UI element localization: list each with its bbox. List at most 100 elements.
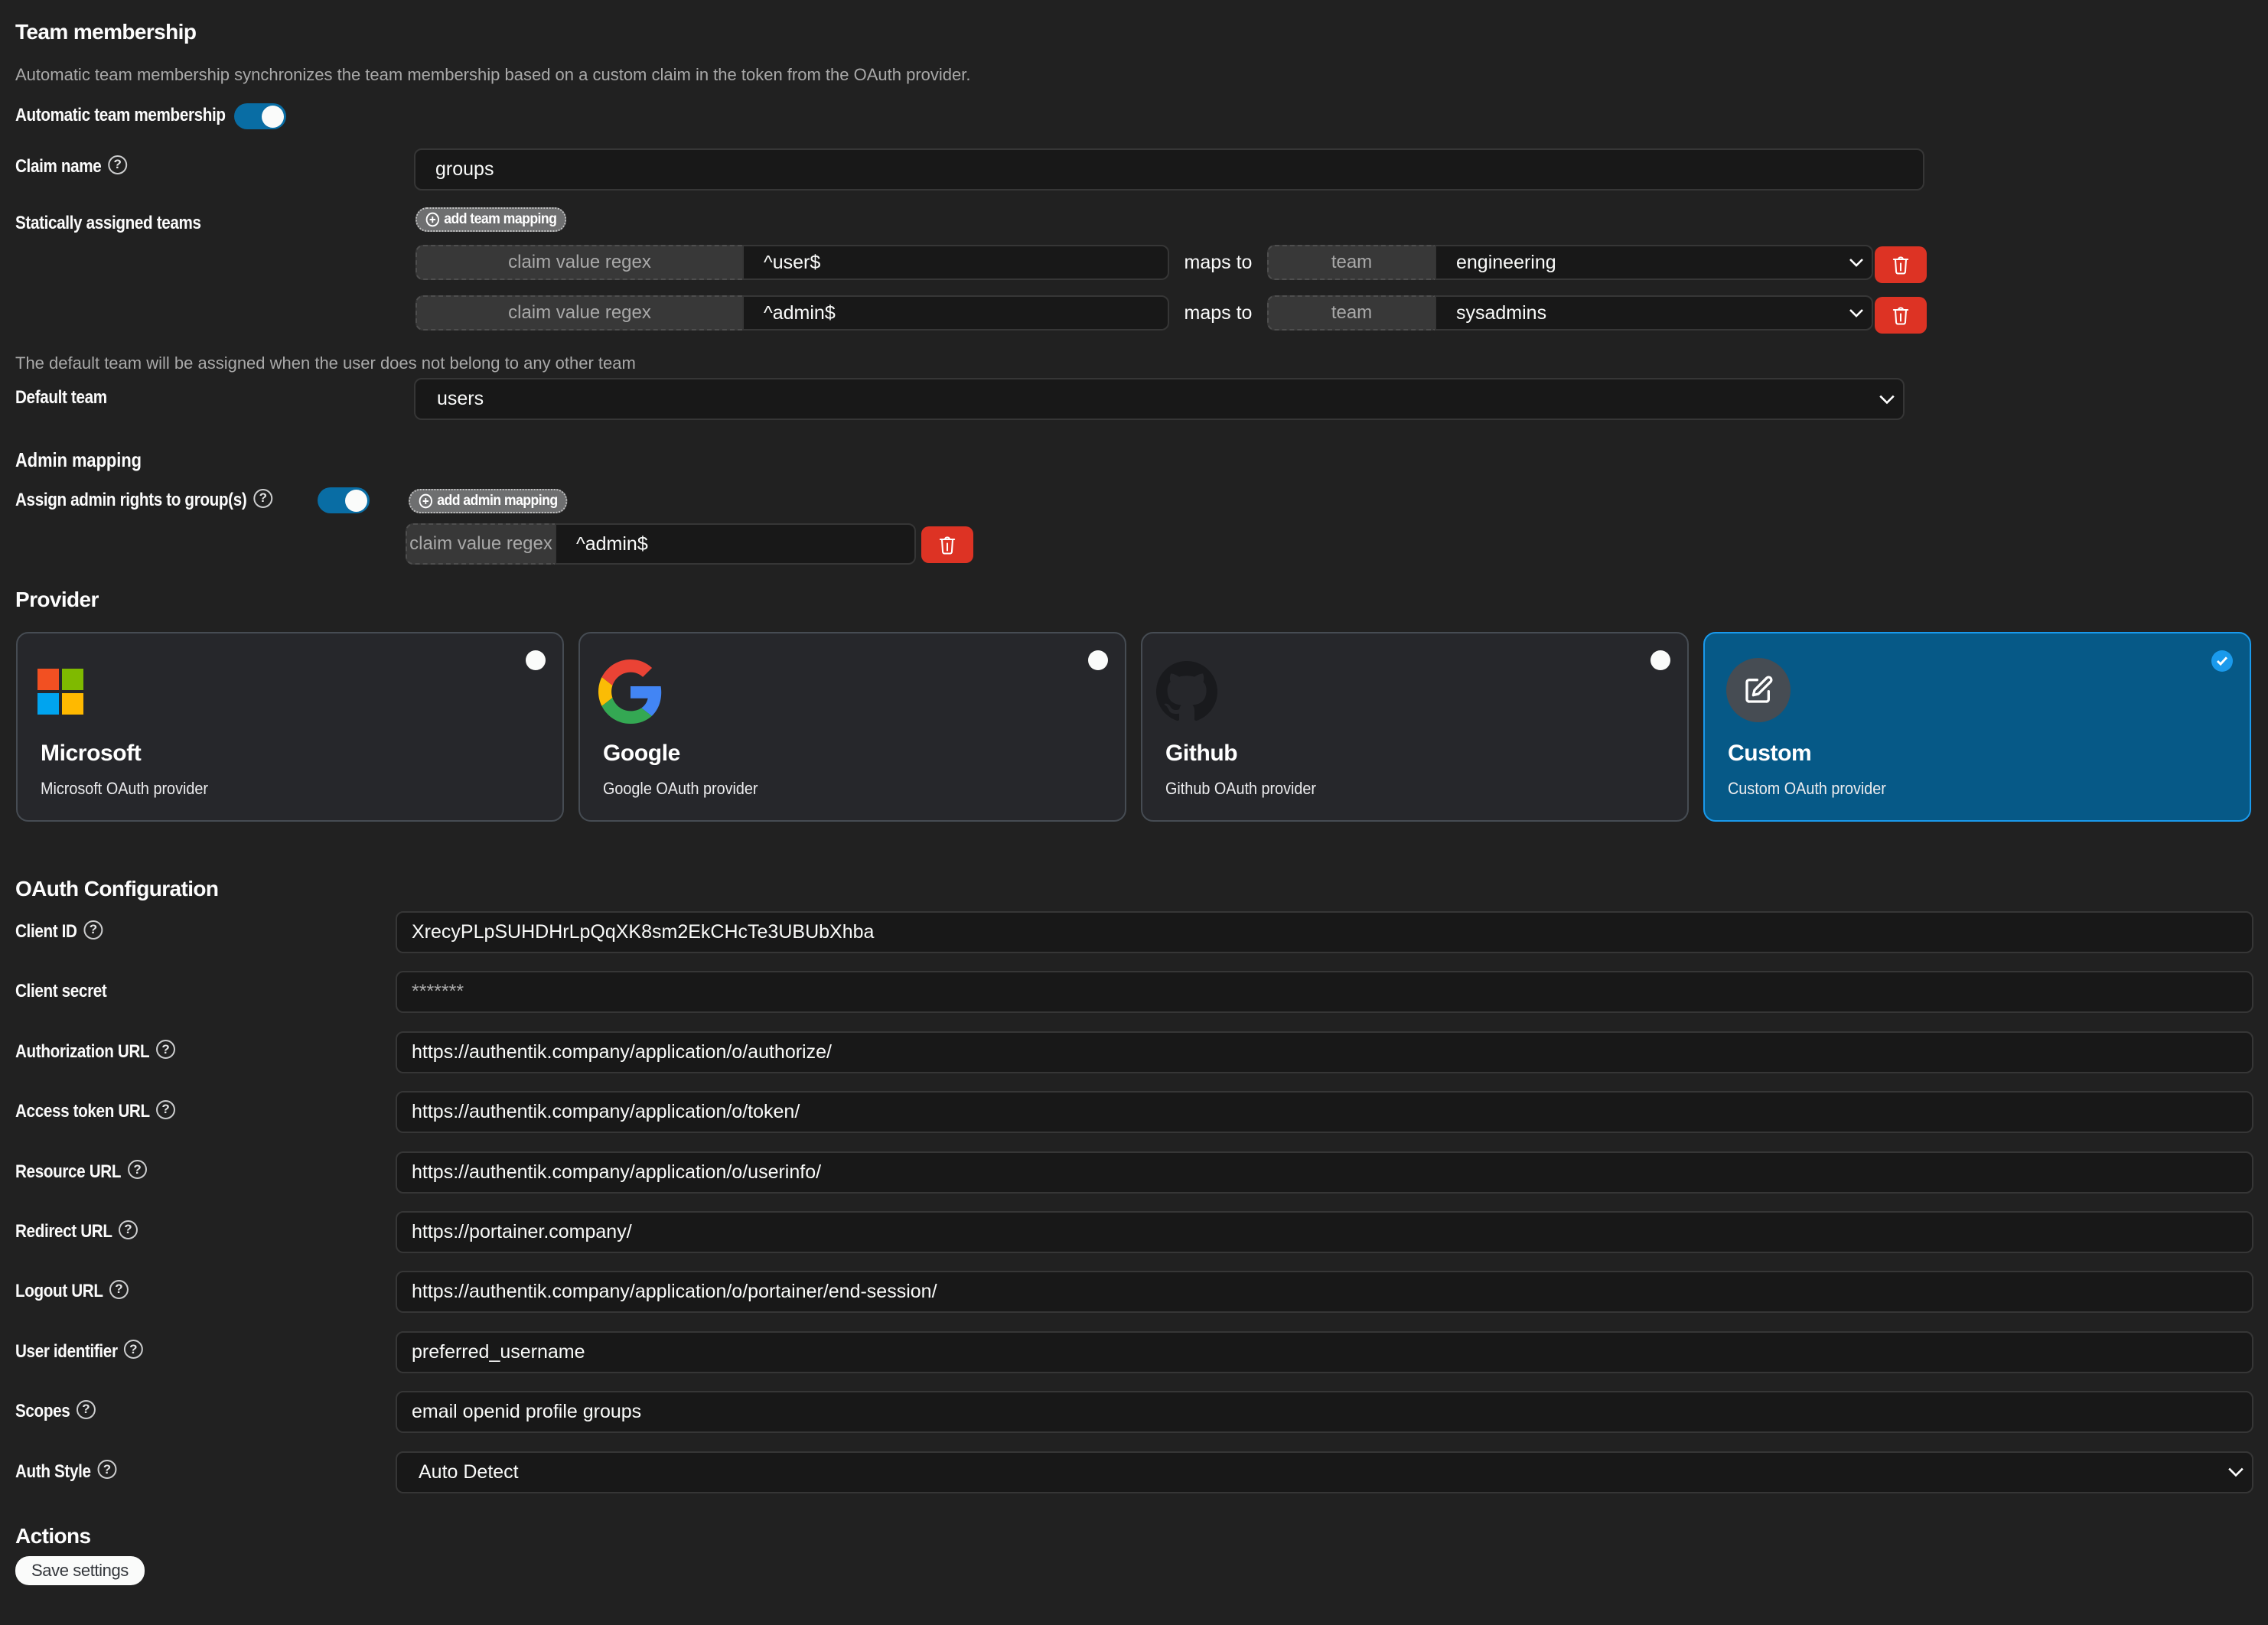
team-mapping-regex-input-2[interactable]: ^admin$ xyxy=(742,295,1169,331)
admin-mapping-heading: Admin mapping xyxy=(15,448,142,472)
automatic-team-membership-toggle[interactable] xyxy=(234,103,286,129)
provider-card-description: Custom OAuth provider xyxy=(1728,779,1886,799)
github-logo xyxy=(1156,661,1217,722)
provider-card-description: Github OAuth provider xyxy=(1165,779,1316,799)
client-secret-input[interactable]: ******* xyxy=(396,971,2253,1013)
authorization-url-label: Authorization URL? xyxy=(15,1041,174,1063)
default-team-select[interactable]: users xyxy=(414,378,1905,420)
assign-admin-rights-label: Assign admin rights to group(s)? xyxy=(15,490,271,511)
logout-url-help-icon[interactable]: ? xyxy=(109,1280,129,1299)
access-token-url-input[interactable]: https://authentik.company/application/o/… xyxy=(396,1091,2253,1133)
resource-url-help-icon[interactable]: ? xyxy=(128,1160,147,1179)
logout-url-label: Logout URL? xyxy=(15,1281,127,1302)
authorization-url-input[interactable]: https://authentik.company/application/o/… xyxy=(396,1031,2253,1073)
claim-name-help-icon[interactable]: ? xyxy=(108,155,127,174)
plus-circle-icon xyxy=(419,493,433,509)
team-mapping-regex-input-1[interactable]: ^user$ xyxy=(742,245,1169,280)
admin-mapping-regex-input[interactable]: ^admin$ xyxy=(555,523,916,565)
provider-card-description: Google OAuth provider xyxy=(603,779,758,799)
resource-url-input[interactable]: https://authentik.company/application/o/… xyxy=(396,1151,2253,1194)
microsoft-logo xyxy=(37,669,83,715)
google-logo xyxy=(598,659,663,724)
provider-card-title: Microsoft xyxy=(41,741,141,767)
trash-icon xyxy=(1891,254,1911,275)
team-select-1[interactable]: engineering xyxy=(1435,245,1873,280)
trash-icon xyxy=(937,534,957,555)
admin-mapping-row: claim value regex ^admin$ xyxy=(406,523,916,565)
save-settings-button[interactable]: Save settings xyxy=(15,1556,145,1585)
team-select-2[interactable]: sysadmins xyxy=(1435,295,1873,331)
claim-value-regex-prefix: claim value regex xyxy=(415,295,742,331)
authorization-url-help-icon[interactable]: ? xyxy=(156,1040,175,1059)
default-team-label: Default team xyxy=(15,387,107,409)
trash-icon xyxy=(1891,304,1911,326)
user-identifier-help-icon[interactable]: ? xyxy=(124,1340,143,1359)
logout-url-input[interactable]: https://authentik.company/application/o/… xyxy=(396,1271,2253,1313)
provider-radio-circle[interactable] xyxy=(1650,650,1670,670)
auth-style-label: Auth Style? xyxy=(15,1461,115,1483)
team-mapping-row-2: claim value regex ^admin$ xyxy=(415,295,1169,331)
assign-admin-rights-help-icon[interactable]: ? xyxy=(253,489,272,508)
provider-radio-circle[interactable] xyxy=(1088,650,1108,670)
team-mapping-row-1: claim value regex ^user$ xyxy=(415,245,1169,280)
maps-to-label-2: maps to xyxy=(1178,295,1258,331)
claim-value-regex-prefix: claim value regex xyxy=(415,245,742,280)
scopes-help-icon[interactable]: ? xyxy=(77,1400,96,1419)
oauth-settings-page: Team membership Automatic team membershi… xyxy=(0,0,2268,1625)
user-identifier-input[interactable]: preferred_username xyxy=(396,1331,2253,1373)
provider-card-google[interactable]: Google Google OAuth provider xyxy=(578,632,1126,822)
access-token-url-help-icon[interactable]: ? xyxy=(156,1100,175,1119)
access-token-url-label: Access token URL? xyxy=(15,1101,174,1122)
provider-card-github[interactable]: Github Github OAuth provider xyxy=(1141,632,1689,822)
automatic-team-membership-label: Automatic team membership xyxy=(15,103,226,129)
oauth-configuration-heading: OAuth Configuration xyxy=(15,877,218,901)
statically-assigned-teams-label: Statically assigned teams xyxy=(15,213,201,234)
provider-heading: Provider xyxy=(15,588,99,612)
provider-card-custom[interactable]: Custom Custom OAuth provider xyxy=(1703,632,2251,822)
scopes-label: Scopes? xyxy=(15,1401,94,1422)
provider-card-title: Github xyxy=(1165,741,1237,767)
provider-card-title: Custom xyxy=(1728,741,1811,767)
default-team-note: The default team will be assigned when t… xyxy=(15,353,636,373)
provider-card-title: Google xyxy=(603,741,680,767)
provider-radio-circle[interactable] xyxy=(526,650,546,670)
redirect-url-label: Redirect URL? xyxy=(15,1221,136,1242)
chevron-down-icon xyxy=(2227,1467,2244,1477)
claim-name-input[interactable]: groups xyxy=(414,148,1924,191)
resource-url-label: Resource URL? xyxy=(15,1161,145,1183)
scopes-input[interactable]: email openid profile groups xyxy=(396,1391,2253,1433)
redirect-url-input[interactable]: https://portainer.company/ xyxy=(396,1211,2253,1253)
auth-style-select[interactable]: Auto Detect xyxy=(396,1451,2253,1493)
claim-name-label: Claim name? xyxy=(15,156,125,177)
claim-value-regex-prefix: claim value regex xyxy=(406,523,555,565)
chevron-down-icon xyxy=(1849,308,1864,318)
actions-heading: Actions xyxy=(15,1524,90,1548)
team-select-group-1: team engineering xyxy=(1267,245,1873,280)
client-secret-label: Client secret xyxy=(15,981,106,1002)
team-prefix-1: team xyxy=(1267,245,1435,280)
redirect-url-help-icon[interactable]: ? xyxy=(119,1220,138,1239)
delete-team-mapping-button-2[interactable] xyxy=(1875,297,1927,334)
user-identifier-label: User identifier? xyxy=(15,1341,142,1363)
maps-to-label-1: maps to xyxy=(1178,245,1258,280)
delete-team-mapping-button-1[interactable] xyxy=(1875,246,1927,283)
team-prefix-2: team xyxy=(1267,295,1435,331)
client-id-input[interactable]: XrecyPLpSUHDHrLpQqXK8sm2EkCHcTe3UBUbXhba xyxy=(396,911,2253,953)
chevron-down-icon xyxy=(1879,394,1895,405)
plus-circle-icon xyxy=(425,212,440,227)
team-membership-heading: Team membership xyxy=(15,20,196,44)
client-id-label: Client ID? xyxy=(15,921,101,943)
assign-admin-rights-toggle[interactable] xyxy=(318,487,370,513)
auth-style-help-icon[interactable]: ? xyxy=(97,1460,116,1479)
add-admin-mapping-button[interactable]: add admin mapping xyxy=(409,489,568,513)
custom-edit-icon xyxy=(1726,658,1791,722)
team-select-group-2: team sysadmins xyxy=(1267,295,1873,331)
client-id-help-icon[interactable]: ? xyxy=(83,920,103,940)
provider-card-description: Microsoft OAuth provider xyxy=(41,779,208,799)
selected-check-icon xyxy=(2211,650,2233,672)
team-membership-description: Automatic team membership synchronizes t… xyxy=(15,65,970,85)
add-team-mapping-button[interactable]: add team mapping xyxy=(415,207,566,232)
delete-admin-mapping-button[interactable] xyxy=(921,526,973,563)
provider-card-microsoft[interactable]: Microsoft Microsoft OAuth provider xyxy=(16,632,564,822)
chevron-down-icon xyxy=(1849,258,1864,267)
